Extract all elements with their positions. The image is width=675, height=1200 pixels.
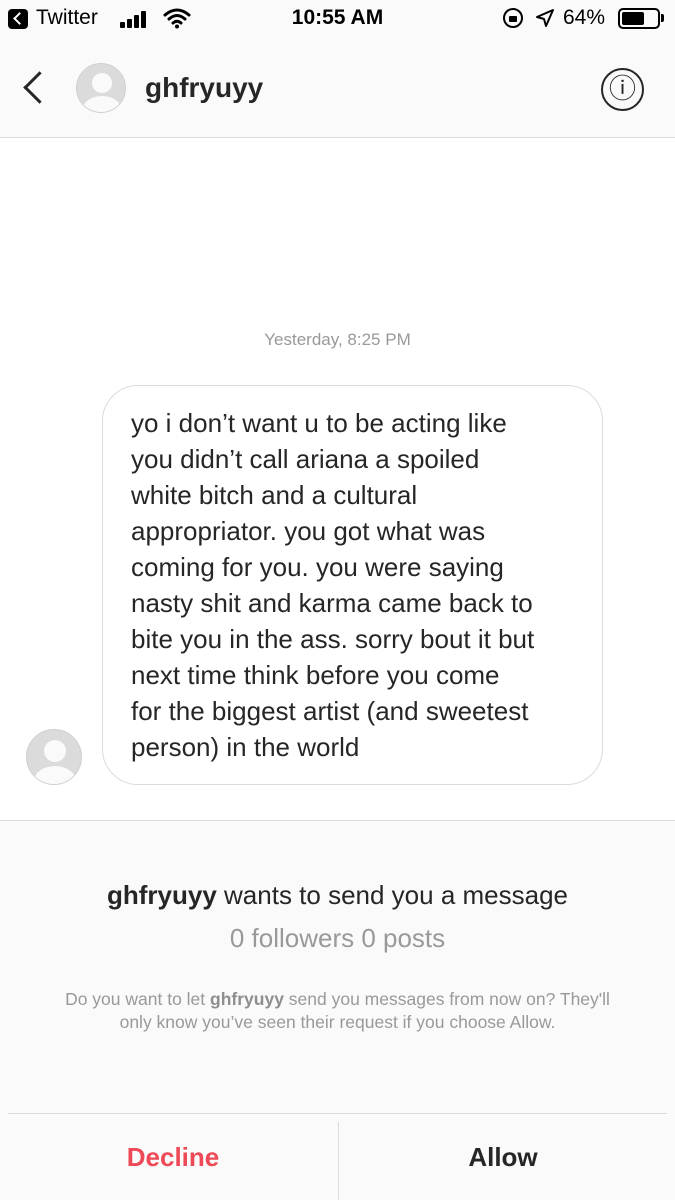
battery-percentage: 64% [563, 6, 606, 29]
message-line: white bitch and a cultural [131, 480, 418, 510]
request-title-text: wants to send you a message [216, 880, 568, 910]
location-arrow-icon [536, 9, 554, 27]
orientation-lock-icon [503, 8, 523, 28]
battery-icon [618, 8, 660, 29]
battery-cap [661, 14, 664, 22]
message-line: for the biggest artist (and sweetest [131, 696, 529, 726]
conversation-username[interactable]: ghfryuyy [145, 72, 263, 104]
message-timestamp: Yesterday, 8:25 PM [264, 330, 411, 349]
message-line: appropriator. you got what was [131, 516, 486, 546]
message-line: bite you in the ass. sorry bout it but [131, 624, 535, 654]
info-icon[interactable]: ⓘ [601, 68, 644, 111]
request-action-bar: Decline Allow [8, 1113, 667, 1200]
message-line: next time think before you come [131, 660, 500, 690]
message-line: person) in the world [131, 732, 360, 762]
sender-avatar[interactable] [26, 729, 82, 785]
message-line: nasty shit and karma came back to [131, 588, 533, 618]
request-description: Do you want to let ghfryuyy send you mes… [55, 988, 620, 1034]
avatar[interactable] [76, 63, 126, 113]
request-title: ghfryuyy wants to send you a message [0, 880, 675, 911]
message-request-panel: ghfryuyy wants to send you a message 0 f… [0, 820, 675, 1200]
request-description-username: ghfryuyy [210, 989, 284, 1009]
message-bubble[interactable]: yo i don’t want u to be acting like you … [102, 385, 603, 785]
message-text: yo i don’t want u to be acting like you … [131, 405, 582, 765]
request-title-username[interactable]: ghfryuyy [107, 880, 217, 910]
status-bar: Twitter 10:55 AM 64% [0, 0, 675, 38]
message-line: coming for you. you were saying [131, 552, 504, 582]
conversation-header: ghfryuyy ⓘ [0, 38, 675, 138]
message-line: you didn’t call ariana a spoiled [131, 444, 480, 474]
request-stats: 0 followers 0 posts [229, 923, 446, 953]
allow-button[interactable]: Allow [339, 1114, 667, 1200]
back-button[interactable] [14, 66, 54, 110]
request-description-pre: Do you want to let [65, 989, 211, 1009]
decline-button[interactable]: Decline [8, 1114, 338, 1200]
message-line: yo i don’t want u to be acting like [131, 408, 507, 438]
battery-level-fill [622, 12, 644, 25]
